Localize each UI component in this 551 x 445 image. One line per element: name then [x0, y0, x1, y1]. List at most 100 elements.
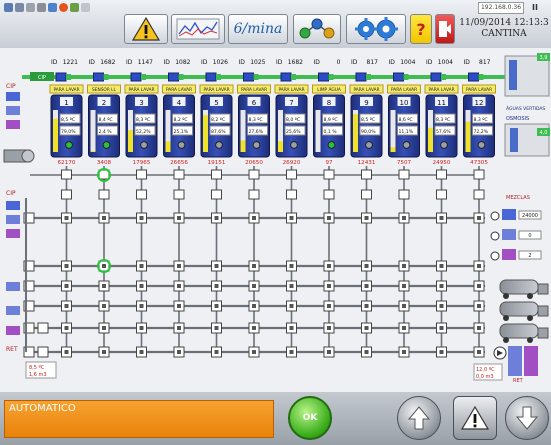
outlet-valve[interactable]: [211, 169, 222, 180]
tank-number: 5: [214, 99, 218, 107]
tank-number: 8: [327, 99, 331, 107]
config-icon[interactable]: [48, 3, 57, 12]
outlet-valve[interactable]: [473, 189, 485, 200]
print-icon[interactable]: [37, 3, 46, 12]
valve-core: [477, 350, 481, 354]
valve-core: [177, 304, 181, 308]
inlet-valve[interactable]: [318, 72, 329, 82]
outlet-valve[interactable]: [286, 189, 297, 200]
mix-pump-icon[interactable]: [490, 251, 500, 261]
mixing-button[interactable]: 6/mina: [228, 14, 288, 44]
tank-volume: 3408: [97, 160, 112, 166]
valve-core: [102, 350, 106, 354]
tank-code: 1221: [63, 59, 78, 66]
outlet-valve[interactable]: [361, 189, 372, 200]
network-button[interactable]: [293, 14, 341, 44]
inlet-valve[interactable]: [280, 72, 292, 82]
save-icon[interactable]: [15, 3, 24, 12]
network-icon: [299, 18, 335, 39]
mix-pump-icon[interactable]: [490, 211, 500, 221]
mix-chemical-icon[interactable]: [502, 209, 516, 220]
outlet-valve[interactable]: [61, 189, 72, 200]
chemical-icon[interactable]: [6, 106, 20, 115]
outlet-valve[interactable]: [173, 169, 185, 180]
exit-button[interactable]: [435, 14, 455, 44]
tanker-truck-icon[interactable]: [499, 323, 549, 343]
outlet-valve[interactable]: [136, 169, 147, 180]
alarms-button[interactable]: [124, 14, 168, 44]
tank-volume: 62170: [58, 160, 76, 166]
mix-pump-icon[interactable]: [490, 231, 500, 241]
tank-id-prefix: ID: [426, 59, 433, 66]
chemical-icon[interactable]: [6, 215, 20, 224]
outlet-valve[interactable]: [248, 189, 260, 200]
chemical-icon[interactable]: [6, 282, 20, 291]
settings-button[interactable]: [346, 14, 406, 44]
screen-icon[interactable]: [4, 3, 13, 12]
level-bar-fill: [240, 140, 246, 152]
left-pump[interactable]: [3, 149, 35, 163]
chemical-icon[interactable]: [6, 229, 20, 238]
scroll-down-button[interactable]: [505, 396, 549, 440]
pause-button[interactable]: II: [532, 3, 538, 12]
window-icon[interactable]: [81, 3, 90, 12]
trends-button[interactable]: [171, 14, 225, 44]
tanker-truck-icon[interactable]: [499, 301, 549, 321]
inlet-valve[interactable]: [393, 72, 404, 82]
inlet-valve[interactable]: [130, 72, 142, 82]
valve-core: [64, 304, 69, 308]
scroll-up-button[interactable]: [397, 396, 441, 440]
outlet-valve[interactable]: [98, 189, 110, 200]
inlet-valve[interactable]: [93, 72, 104, 82]
chemical-icon[interactable]: [6, 306, 20, 315]
right-chemical-icon[interactable]: [508, 346, 522, 376]
chemical-icon[interactable]: [6, 92, 20, 101]
tanker-truck-icon[interactable]: [499, 279, 549, 299]
outlet-valve[interactable]: [473, 169, 485, 180]
inlet-valve[interactable]: [468, 72, 479, 82]
outlet-valve[interactable]: [323, 169, 335, 180]
inlet-valve[interactable]: [430, 72, 442, 82]
osmosis-tank[interactable]: [510, 128, 518, 152]
tools-icon[interactable]: [70, 3, 79, 12]
water-tank[interactable]: [509, 60, 517, 90]
tank-id-prefix: ID: [51, 59, 58, 66]
chemical-icon[interactable]: [6, 201, 20, 210]
inlet-valve[interactable]: [205, 72, 217, 82]
mix-chemical-icon[interactable]: [502, 249, 516, 260]
help-button[interactable]: ?: [410, 14, 432, 44]
outlet-valve[interactable]: [211, 189, 222, 200]
outlet-valve[interactable]: [286, 169, 297, 180]
tank-volume: 24950: [433, 160, 451, 166]
valve-indicator: [253, 74, 259, 80]
tank-volume: 17965: [133, 160, 151, 166]
inlet-valve[interactable]: [243, 72, 254, 82]
alert-dot-icon[interactable]: [59, 3, 68, 12]
tank-id-prefix: ID: [276, 59, 283, 66]
outlet-valve[interactable]: [398, 189, 410, 200]
header-inlet-valve[interactable]: [37, 322, 49, 334]
outlet-valve[interactable]: [436, 189, 447, 200]
outlet-valve[interactable]: [398, 169, 410, 180]
tank-level: 57,6%: [436, 129, 451, 135]
valve-indicator: [328, 74, 334, 80]
right-chemical-icon[interactable]: [524, 346, 538, 376]
ok-button[interactable]: OK: [288, 396, 332, 440]
chemical-icon[interactable]: [6, 326, 20, 335]
chemical-icon[interactable]: [6, 120, 20, 129]
mix-chemical-icon[interactable]: [502, 229, 516, 240]
return-pump[interactable]: [493, 346, 507, 360]
outlet-valve[interactable]: [136, 189, 147, 200]
outlet-valve[interactable]: [61, 169, 72, 180]
cut-icon[interactable]: [26, 3, 35, 12]
inlet-valve[interactable]: [55, 72, 67, 82]
outlet-valve[interactable]: [248, 169, 260, 180]
outlet-valve[interactable]: [361, 169, 372, 180]
inlet-valve[interactable]: [355, 72, 367, 82]
inlet-valve[interactable]: [168, 72, 179, 82]
outlet-valve[interactable]: [173, 189, 185, 200]
header-inlet-valve[interactable]: [37, 346, 49, 358]
outlet-valve[interactable]: [323, 189, 335, 200]
outlet-valve[interactable]: [436, 169, 447, 180]
alarm-ack-button[interactable]: [453, 396, 497, 440]
